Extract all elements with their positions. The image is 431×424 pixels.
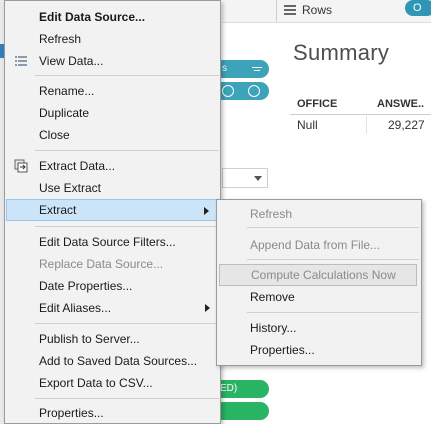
data-source-context-menu: Edit Data Source... Refresh View Data...… <box>4 0 221 424</box>
menu-item-rename[interactable]: Rename... <box>6 80 220 102</box>
rows-pill[interactable]: O <box>405 0 431 16</box>
menu-item-duplicate[interactable]: Duplicate <box>6 102 220 124</box>
menu-item-label: Edit Data Source... <box>39 10 146 24</box>
menu-item-add-to-saved-data-sources[interactable]: Add to Saved Data Sources... <box>6 350 220 372</box>
dropdown-select[interactable] <box>222 168 268 188</box>
table-header-office: OFFICE <box>297 98 338 110</box>
submenu-item-label: History... <box>250 321 297 335</box>
submenu-item-append-data-from-file[interactable]: Append Data from File... <box>218 234 420 256</box>
menu-item-extract-data[interactable]: Extract Data... <box>6 155 220 177</box>
menu-separator <box>35 75 219 76</box>
menu-item-label: Extract <box>39 203 77 217</box>
menu-item-label: Close <box>39 128 70 142</box>
submenu-item-label: Remove <box>250 290 295 304</box>
menu-item-label: Date Properties... <box>39 279 133 293</box>
menu-item-label: Duplicate <box>39 106 90 120</box>
no-filter-icon <box>248 85 260 97</box>
menu-item-refresh[interactable]: Refresh <box>6 28 220 50</box>
submenu-item-label: Compute Calculations Now <box>251 268 396 282</box>
measure-pill-2[interactable] <box>214 402 269 420</box>
extract-icon <box>14 159 28 173</box>
summary-title: Summary <box>293 40 390 65</box>
submenu-item-label: Refresh <box>250 207 293 221</box>
extract-submenu: Refresh Append Data from File... Compute… <box>216 199 422 366</box>
field-pill-1-text: s <box>222 63 227 74</box>
submenu-separator <box>247 312 419 313</box>
table-column-rule <box>366 116 367 134</box>
submenu-separator <box>247 227 419 228</box>
measure-pill-1-text: ED) <box>220 383 238 394</box>
submenu-arrow-icon <box>205 304 210 312</box>
menu-item-label: Refresh <box>39 32 82 46</box>
field-pill-1[interactable]: s <box>214 60 269 78</box>
shelf-divider <box>276 0 277 22</box>
menu-item-export-data-to-csv[interactable]: Export Data to CSV... <box>6 372 220 394</box>
menu-item-label: Publish to Server... <box>39 332 140 346</box>
menu-item-label: View Data... <box>39 54 104 68</box>
table-cell-answers: 29,227 <box>388 118 425 132</box>
sort-icon <box>252 67 262 68</box>
menu-item-label: Edit Data Source Filters... <box>39 235 176 249</box>
menu-item-publish-to-server[interactable]: Publish to Server... <box>6 328 220 350</box>
menu-item-view-data[interactable]: View Data... <box>6 50 220 72</box>
measure-pill-1[interactable]: ED) <box>214 380 269 398</box>
menu-item-label: Export Data to CSV... <box>39 376 153 390</box>
rows-icon <box>284 5 296 15</box>
menu-item-label: Properties... <box>39 406 104 420</box>
submenu-item-label: Append Data from File... <box>250 238 381 252</box>
rows-shelf-label: Rows <box>302 3 333 17</box>
menu-item-label: Extract Data... <box>39 159 116 173</box>
submenu-item-remove[interactable]: Remove <box>218 286 420 308</box>
menu-item-edit-data-source[interactable]: Edit Data Source... <box>6 6 220 28</box>
menu-item-date-properties[interactable]: Date Properties... <box>6 275 220 297</box>
menu-item-properties[interactable]: Properties... <box>6 402 220 424</box>
menu-item-label: Rename... <box>39 84 95 98</box>
menu-item-edit-aliases[interactable]: Edit Aliases... <box>6 297 220 319</box>
rows-shelf[interactable]: Rows <box>284 0 404 20</box>
table-header-rule <box>290 114 431 115</box>
menu-item-edit-data-source-filters[interactable]: Edit Data Source Filters... <box>6 231 220 253</box>
table-icon <box>14 54 28 68</box>
chevron-down-icon <box>254 176 262 181</box>
submenu-item-refresh[interactable]: Refresh <box>218 203 420 225</box>
menu-item-use-extract[interactable]: Use Extract <box>6 177 220 199</box>
menu-item-label: Use Extract <box>39 181 102 195</box>
submenu-item-compute-calculations-now[interactable]: Compute Calculations Now <box>219 264 417 286</box>
menu-item-label: Add to Saved Data Sources... <box>39 354 198 368</box>
menu-item-label: Replace Data Source... <box>39 257 164 271</box>
menu-separator <box>35 226 219 227</box>
menu-separator <box>35 323 219 324</box>
menu-item-close[interactable]: Close <box>6 124 220 146</box>
sort-icon-bar <box>254 70 260 71</box>
filter-icon <box>222 85 234 97</box>
menu-item-label: Edit Aliases... <box>39 301 112 315</box>
submenu-arrow-icon <box>204 207 209 215</box>
submenu-item-label: Properties... <box>250 343 315 357</box>
menu-item-extract[interactable]: Extract <box>6 199 220 221</box>
menu-separator <box>35 398 219 399</box>
table-header-answers: ANSWE.. <box>377 98 425 110</box>
field-pill-2[interactable] <box>214 82 269 100</box>
submenu-item-history[interactable]: History... <box>218 317 420 339</box>
table-cell-office: Null <box>297 118 318 132</box>
submenu-item-properties[interactable]: Properties... <box>218 339 420 361</box>
menu-separator <box>35 150 219 151</box>
submenu-separator <box>247 259 419 260</box>
menu-item-replace-data-source[interactable]: Replace Data Source... <box>6 253 220 275</box>
